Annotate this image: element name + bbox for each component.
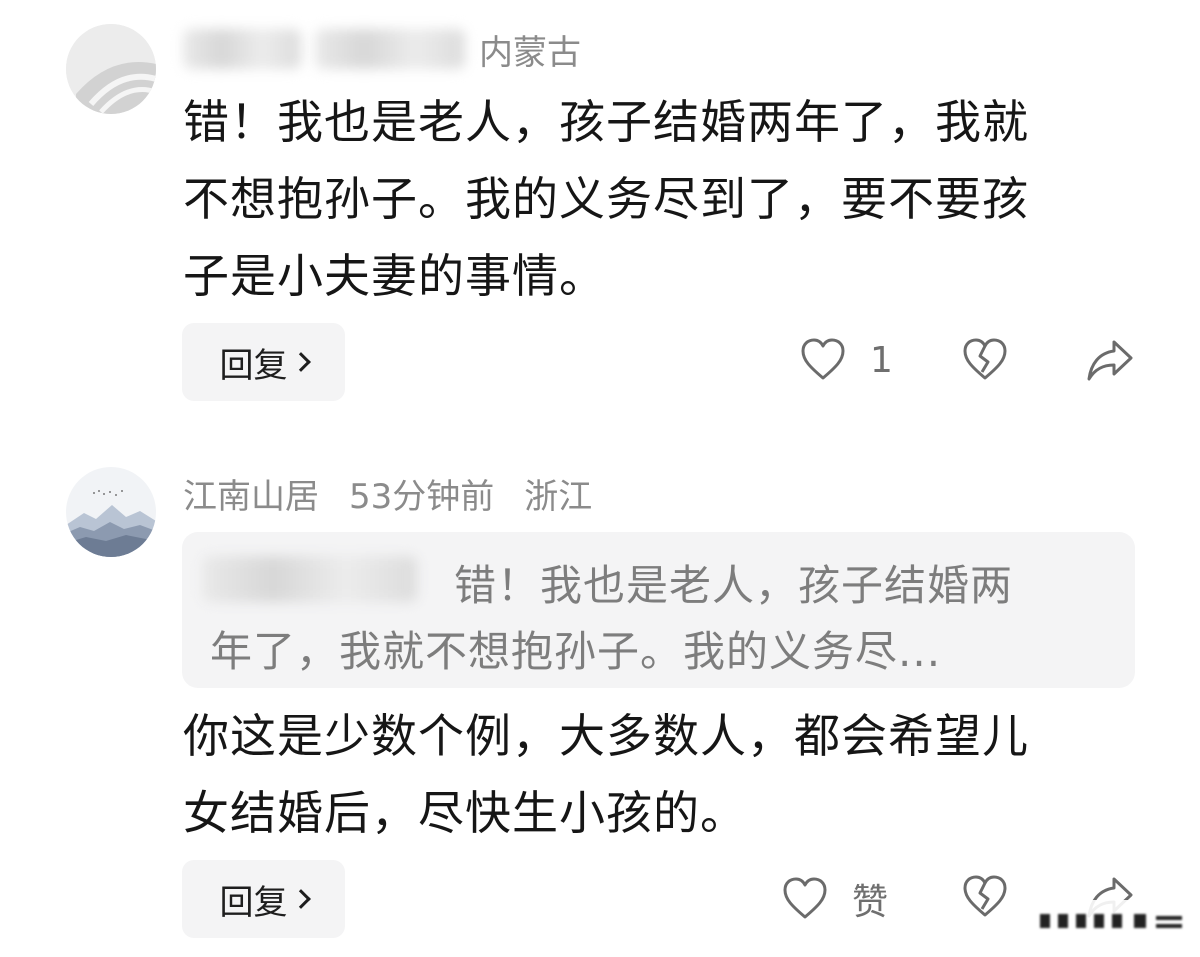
heart-outline-icon — [801, 338, 845, 380]
chevron-right-icon — [290, 352, 311, 372]
broken-heart-icon — [963, 338, 1007, 380]
quoted-comment[interactable]: 错！我也是老人，孩子结婚两 年了，我就不想抱孙子。我的义务尽... — [182, 532, 1135, 688]
blurred-quoted-username — [202, 556, 417, 602]
comment-meta: 江南山居 53分钟前 浙江 — [183, 468, 622, 518]
share-button[interactable] — [1086, 336, 1134, 384]
dislike-button[interactable] — [962, 336, 1008, 384]
quote-line-2: 年了，我就不想抱孙子。我的义务尽... — [210, 627, 942, 676]
reply-label: 回复 — [219, 882, 288, 923]
username[interactable]: 江南山居 — [183, 469, 319, 518]
avatar[interactable] — [66, 24, 156, 114]
like-button[interactable]: 赞 — [782, 873, 888, 925]
reply-button[interactable]: 回复 — [182, 323, 345, 401]
heart-outline-icon — [783, 877, 827, 919]
reply-label: 回复 — [219, 345, 288, 386]
avatar[interactable] — [66, 467, 156, 557]
watermark-overlay — [1010, 900, 1200, 940]
landscape-avatar-image — [66, 467, 156, 557]
location-label: 内蒙古 — [479, 32, 581, 73]
comment-meta: 内蒙古 — [183, 24, 611, 74]
blurred-avatar-image — [66, 24, 156, 114]
like-count: 1 — [870, 339, 893, 381]
reply-button[interactable]: 回复 — [182, 860, 345, 938]
like-button[interactable]: 1 — [800, 336, 893, 384]
share-arrow-icon — [1087, 340, 1133, 381]
dislike-button[interactable] — [962, 873, 1008, 921]
location-label: 浙江 — [524, 476, 593, 517]
blurred-username — [183, 29, 301, 69]
blurred-timestamp — [315, 29, 465, 69]
like-label: 赞 — [852, 882, 889, 923]
timestamp: 53分钟前 — [349, 476, 495, 517]
quote-line-1: 错！我也是老人，孩子结婚两 — [454, 561, 1014, 610]
chevron-right-icon — [290, 889, 311, 909]
comment-text: 错！我也是老人，孩子结婚两年了，我就 不想抱孙子。我的义务尽到了，要不要孩 子是… — [183, 95, 1029, 303]
broken-heart-icon — [963, 875, 1007, 917]
comment-text: 你这是少数个例，大多数人，都会希望儿 女结婚后，尽快生小孩的。 — [183, 709, 1029, 840]
